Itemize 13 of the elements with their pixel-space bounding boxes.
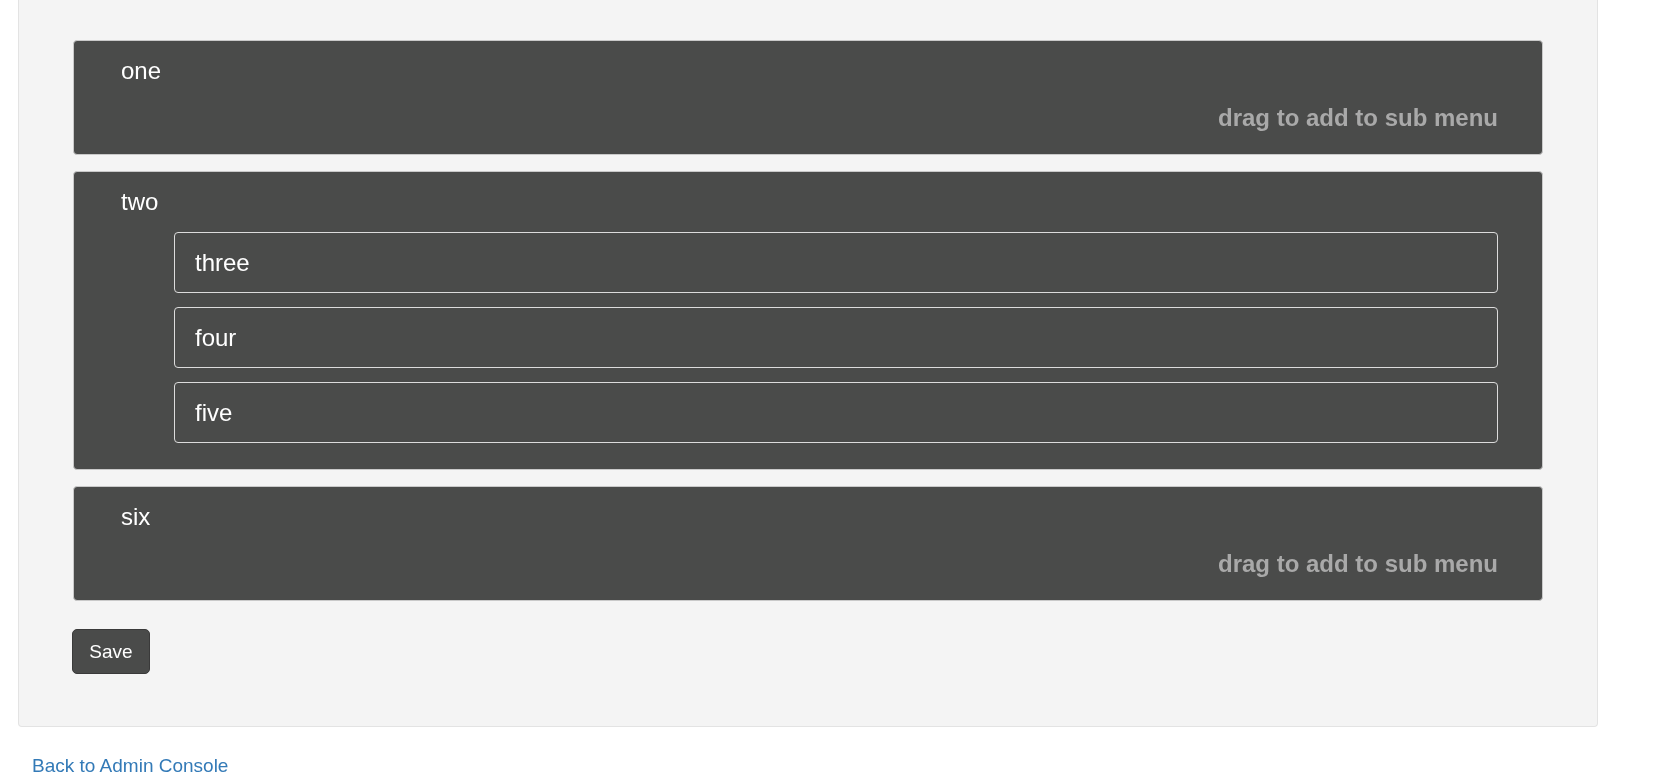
menu-item-panel[interactable]: six drag to add to sub menu (73, 486, 1543, 601)
back-link[interactable]: Back to Admin Console (32, 755, 229, 773)
submenu-item[interactable]: four (174, 307, 1498, 368)
menu-item-label: six (121, 502, 151, 532)
submenu-item[interactable]: five (174, 382, 1498, 443)
menu-item-label: two (121, 187, 159, 217)
menu-item-label: one (121, 56, 162, 86)
menu-item-panel[interactable]: two three four five (73, 171, 1543, 470)
drop-hint-text: drag to add to sub menu (1218, 549, 1498, 579)
drop-hint-text: drag to add to sub menu (1218, 103, 1498, 133)
menu-item-panel[interactable]: one drag to add to sub menu (73, 40, 1543, 155)
submenu-item[interactable]: three (174, 232, 1498, 293)
save-button[interactable]: Save (72, 629, 150, 674)
